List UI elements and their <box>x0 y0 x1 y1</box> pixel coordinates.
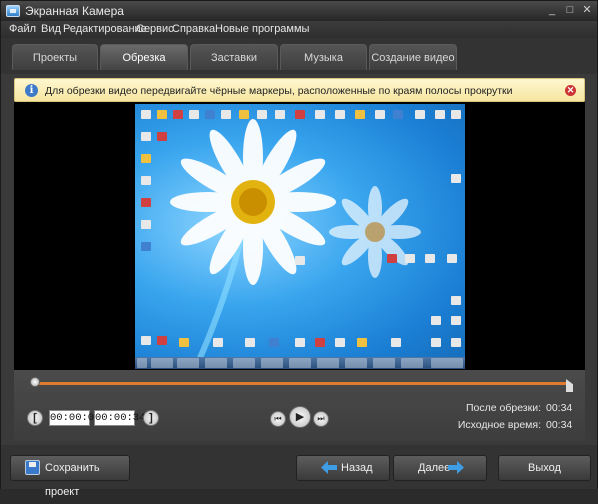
camera-app-icon <box>6 5 20 17</box>
save-project-button[interactable]: Сохранить проект <box>10 455 130 498</box>
tab-trim[interactable]: Обрезка <box>100 44 188 70</box>
start-time-field[interactable]: 00:00:00 <box>49 410 100 426</box>
title-bar: Экранная Камера _ □ ✕ <box>1 1 597 21</box>
menu-help[interactable]: Справка <box>172 23 215 35</box>
video-frame <box>135 104 465 369</box>
next-frame-button[interactable]: ⏭ <box>313 411 329 427</box>
back-button[interactable]: Назад <box>296 455 390 481</box>
maximize-button[interactable]: □ <box>563 4 577 17</box>
after-trim-value: 00:34 <box>546 402 573 414</box>
trim-start-marker[interactable] <box>30 377 40 387</box>
set-start-button[interactable]: [ <box>27 410 43 426</box>
save-project-label: Сохранить проект <box>45 462 100 498</box>
app-window: Экранная Камера _ □ ✕ Файл Вид Редактиро… <box>0 0 598 498</box>
tab-projects[interactable]: Проекты <box>12 44 98 70</box>
after-trim-label: После обрезки: <box>465 402 541 414</box>
tab-intros[interactable]: Заставки <box>190 44 278 70</box>
tab-create-video[interactable]: Создание видео <box>369 44 457 70</box>
timeline-panel: [ 00:00:00 00:00:34 ] ⏮ ▶ ⏭ После обрезк… <box>14 370 585 441</box>
exit-button[interactable]: Выход <box>498 455 591 481</box>
close-window-button[interactable]: ✕ <box>580 4 594 17</box>
menu-view[interactable]: Вид <box>41 23 61 35</box>
video-preview <box>14 102 585 370</box>
info-text: Для обрезки видео передвигайте чёрные ма… <box>45 85 513 97</box>
end-time-field[interactable]: 00:00:34 <box>94 410 145 426</box>
window-title: Экранная Камера <box>25 4 124 18</box>
menu-file[interactable]: Файл <box>9 23 36 35</box>
menu-service[interactable]: Сервис <box>136 23 174 35</box>
source-time-label: Исходное время: <box>457 419 541 431</box>
play-button[interactable]: ▶ <box>289 406 311 428</box>
menu-new-programs[interactable]: Новые программы <box>215 23 309 35</box>
trim-end-marker[interactable] <box>566 379 573 392</box>
arrow-left-icon <box>321 461 337 474</box>
floppy-disk-icon <box>25 460 40 475</box>
next-label: Далее <box>418 462 451 474</box>
next-button[interactable]: Далее <box>393 455 487 481</box>
menu-edit[interactable]: Редактирование <box>63 23 147 35</box>
back-label: Назад <box>341 462 373 474</box>
tab-music[interactable]: Музыка <box>280 44 367 70</box>
bottom-bar: Сохранить проект Назад Далее Выход <box>1 445 597 498</box>
info-banner: i Для обрезки видео передвигайте чёрные … <box>14 78 585 102</box>
source-time-value: 00:34 <box>546 419 573 431</box>
previous-frame-button[interactable]: ⏮ <box>270 411 286 427</box>
arrow-right-icon <box>448 461 464 474</box>
video-taskbar <box>135 357 465 369</box>
wallpaper-image <box>170 119 421 369</box>
info-icon: i <box>25 84 38 97</box>
close-banner-icon[interactable]: ✕ <box>565 85 576 96</box>
menu-bar: Файл Вид Редактирование Сервис Справка Н… <box>1 21 597 38</box>
tab-strip: Проекты Обрезка Заставки Музыка Создание… <box>1 38 597 74</box>
trim-track[interactable] <box>34 382 568 385</box>
minimize-button[interactable]: _ <box>545 4 559 17</box>
set-end-button[interactable]: ] <box>143 410 159 426</box>
